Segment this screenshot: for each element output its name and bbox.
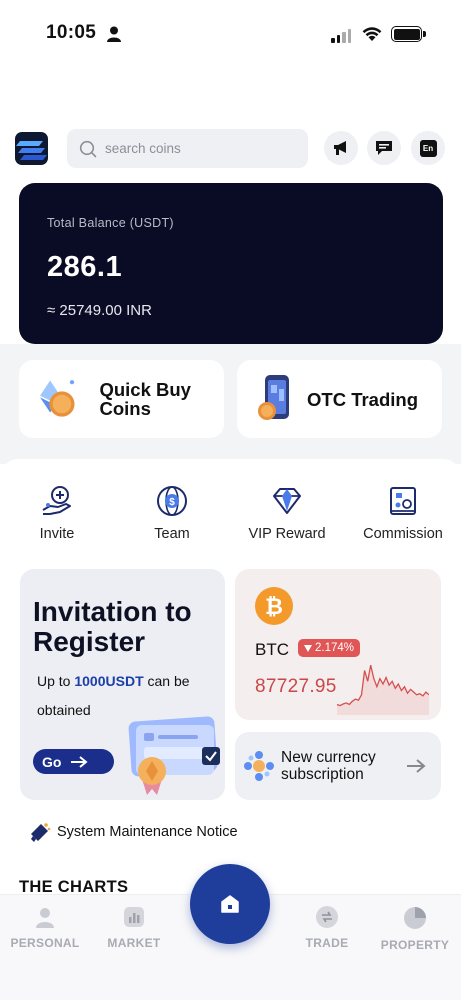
balance-label: Total Balance (USDT) bbox=[47, 216, 174, 230]
btc-symbol: BTC bbox=[255, 640, 289, 659]
invitation-sub-prefix: Up to bbox=[37, 673, 75, 689]
quick-buy-card[interactable]: Quick Buy Coins bbox=[19, 360, 224, 438]
invitation-title: Invitation to Register bbox=[33, 596, 192, 657]
pie-chart-icon bbox=[404, 907, 426, 929]
diamond-icon bbox=[273, 488, 301, 514]
go-label: Go bbox=[42, 753, 62, 770]
otc-label: OTC Trading bbox=[307, 388, 418, 410]
new-currency-label: New currency subscription bbox=[281, 749, 376, 783]
megaphone-icon bbox=[31, 823, 51, 842]
nav-trade-label: TRADE bbox=[305, 936, 349, 950]
svg-text:$: $ bbox=[169, 497, 175, 508]
nav-market-label: MARKET bbox=[107, 936, 161, 950]
notice-label: System Maintenance Notice bbox=[57, 824, 238, 840]
battery-icon bbox=[391, 26, 422, 42]
nav-trade[interactable]: TRADE bbox=[287, 906, 367, 950]
wifi-icon bbox=[362, 27, 382, 41]
messages-button[interactable] bbox=[367, 131, 401, 165]
home-icon bbox=[221, 895, 239, 913]
menu-vip-reward[interactable]: VIP Reward bbox=[242, 484, 332, 542]
swap-icon bbox=[322, 911, 332, 923]
btc-card[interactable]: ₿ BTC 2.174% 87727.95 bbox=[235, 569, 441, 720]
search-icon bbox=[79, 140, 97, 157]
quick-buy-label: Quick Buy Coins bbox=[99, 379, 191, 419]
nav-personal[interactable]: PERSONAL bbox=[5, 906, 85, 950]
market-icon bbox=[124, 907, 144, 927]
menu-invite[interactable]: Invite bbox=[12, 484, 102, 542]
menu-team[interactable]: $ Team bbox=[127, 484, 217, 542]
down-triangle-icon bbox=[304, 644, 312, 652]
signal-icon bbox=[331, 29, 351, 43]
btc-sparkline bbox=[337, 664, 429, 715]
app-logo[interactable] bbox=[15, 132, 48, 165]
new-currency-icon bbox=[244, 751, 274, 781]
trade-icon bbox=[316, 906, 338, 928]
arrow-right-icon bbox=[407, 759, 426, 773]
battery-cap bbox=[423, 31, 426, 37]
svg-text:₿: ₿ bbox=[265, 594, 283, 619]
balance-inr: ≈ 25749.00 INR bbox=[47, 302, 152, 319]
go-button[interactable]: Go bbox=[33, 749, 114, 774]
phone-coin-icon bbox=[258, 375, 289, 420]
chat-icon bbox=[376, 141, 392, 155]
person-icon bbox=[107, 26, 121, 42]
menu-invite-label: Invite bbox=[39, 526, 75, 542]
nav-property[interactable]: PROPERTY bbox=[375, 906, 455, 952]
nav-personal-label: PERSONAL bbox=[10, 936, 80, 950]
invite-icon bbox=[42, 486, 71, 515]
invitation-amount: 1000USDT bbox=[74, 673, 144, 689]
status-time: 10:05 bbox=[46, 22, 97, 43]
new-currency-card[interactable]: New currency subscription bbox=[235, 732, 441, 800]
home-fab-button[interactable] bbox=[190, 864, 270, 944]
language-icon: En bbox=[419, 139, 437, 157]
nav-market[interactable]: MARKET bbox=[94, 906, 174, 950]
bitcoin-icon: ₿ bbox=[255, 587, 293, 625]
reward-card-icon bbox=[128, 716, 220, 795]
menu-commission[interactable]: Commission bbox=[358, 484, 448, 542]
announcement-button[interactable] bbox=[324, 131, 358, 165]
menu-vip-label: VIP Reward bbox=[248, 526, 326, 542]
person-icon bbox=[36, 908, 54, 928]
balance-value: 286.1 bbox=[47, 251, 123, 283]
nav-property-label: PROPERTY bbox=[380, 938, 450, 952]
megaphone-icon bbox=[334, 141, 346, 155]
language-button[interactable]: En bbox=[411, 131, 445, 165]
logo-mark-icon bbox=[16, 141, 47, 160]
otc-card[interactable]: OTC Trading bbox=[237, 360, 442, 438]
system-notice[interactable]: System Maintenance Notice bbox=[29, 821, 238, 843]
team-icon: $ bbox=[157, 486, 187, 516]
balance-card[interactable]: Total Balance (USDT) 286.1 ≈ 25749.00 IN… bbox=[19, 183, 443, 344]
search-bar[interactable] bbox=[67, 129, 308, 168]
menu-team-label: Team bbox=[154, 526, 190, 542]
menu-commission-label: Commission bbox=[363, 526, 443, 542]
btc-price: 87727.95 bbox=[255, 676, 337, 697]
arrow-right-icon bbox=[71, 755, 89, 768]
search-input[interactable] bbox=[105, 141, 295, 156]
commission-icon bbox=[390, 487, 416, 515]
coins-icon bbox=[40, 380, 75, 417]
